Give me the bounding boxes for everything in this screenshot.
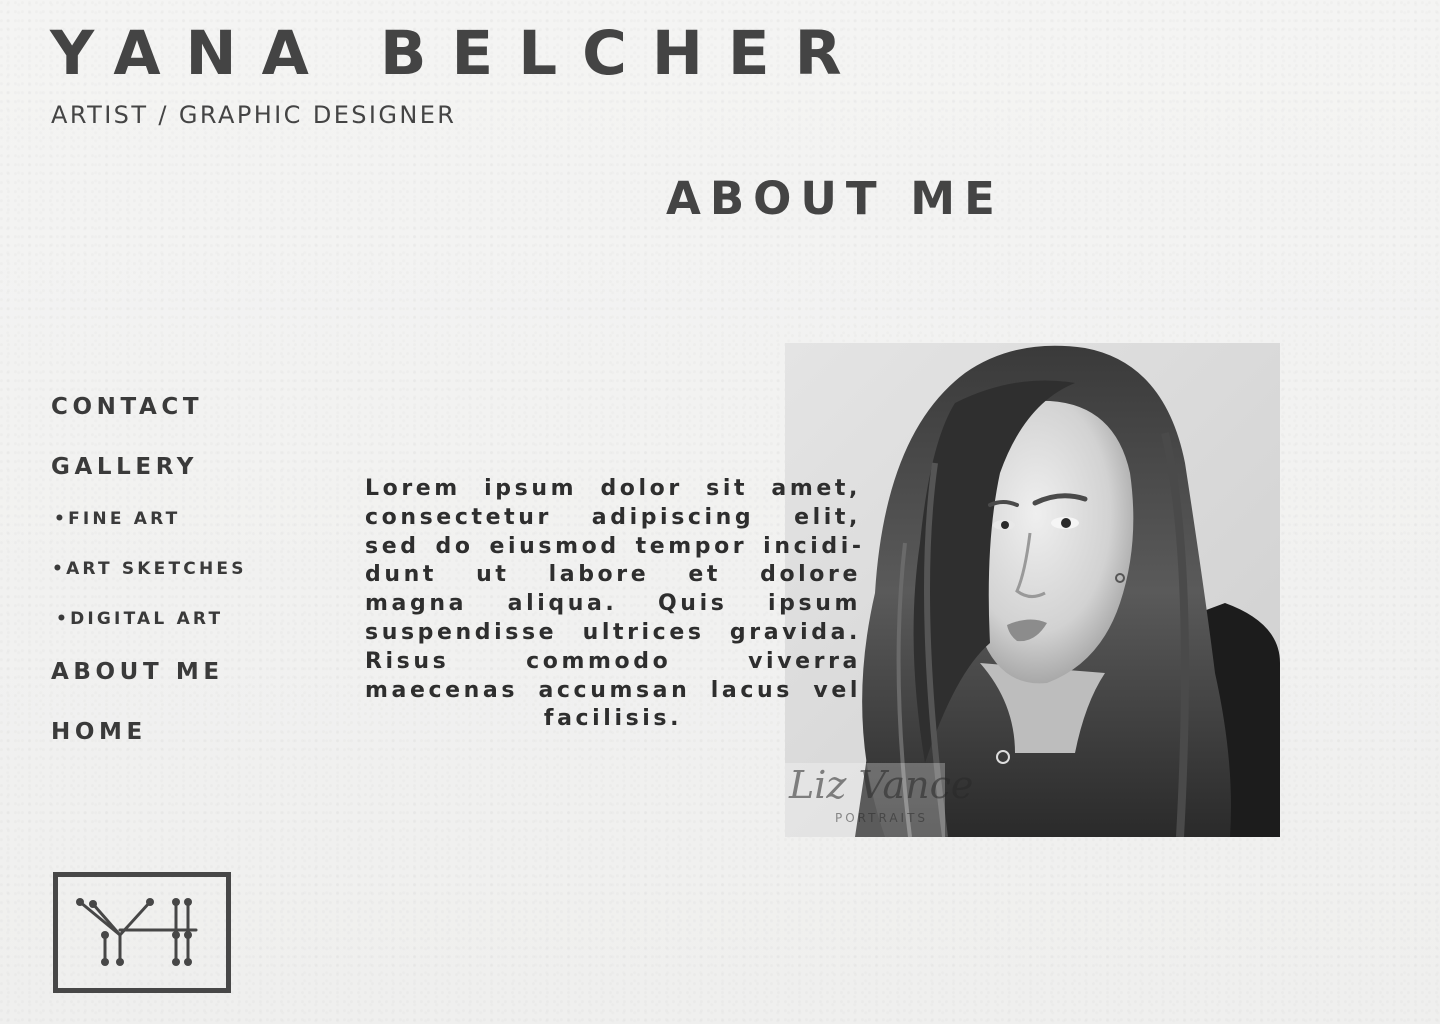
site-title: YANA BELCHER — [50, 18, 867, 89]
watermark-signature: Liz Vance — [789, 763, 974, 807]
watermark-caption: PORTRAITS — [835, 811, 929, 825]
yh-monogram-icon — [76, 898, 198, 966]
nav-gallery[interactable]: GALLERY — [51, 454, 198, 480]
page-heading: ABOUT ME — [666, 172, 1004, 225]
nav-art-sketches[interactable]: •ART SKETCHES — [52, 559, 247, 579]
nav-home[interactable]: HOME — [51, 719, 147, 745]
photographer-watermark: Liz Vance PORTRAITS — [785, 763, 973, 837]
nav-about-me[interactable]: ABOUT ME — [51, 659, 224, 685]
nav-digital-art[interactable]: •DIGITAL ART — [56, 609, 223, 629]
site-subtitle: ARTIST / GRAPHIC DESIGNER — [51, 101, 457, 129]
bio-text: Lorem ipsum dolor sit amet, consectetur … — [365, 476, 861, 732]
nav-fine-art[interactable]: •FINE ART — [54, 509, 180, 529]
yh-logo[interactable] — [53, 872, 231, 993]
nav-contact[interactable]: CONTACT — [51, 394, 203, 420]
